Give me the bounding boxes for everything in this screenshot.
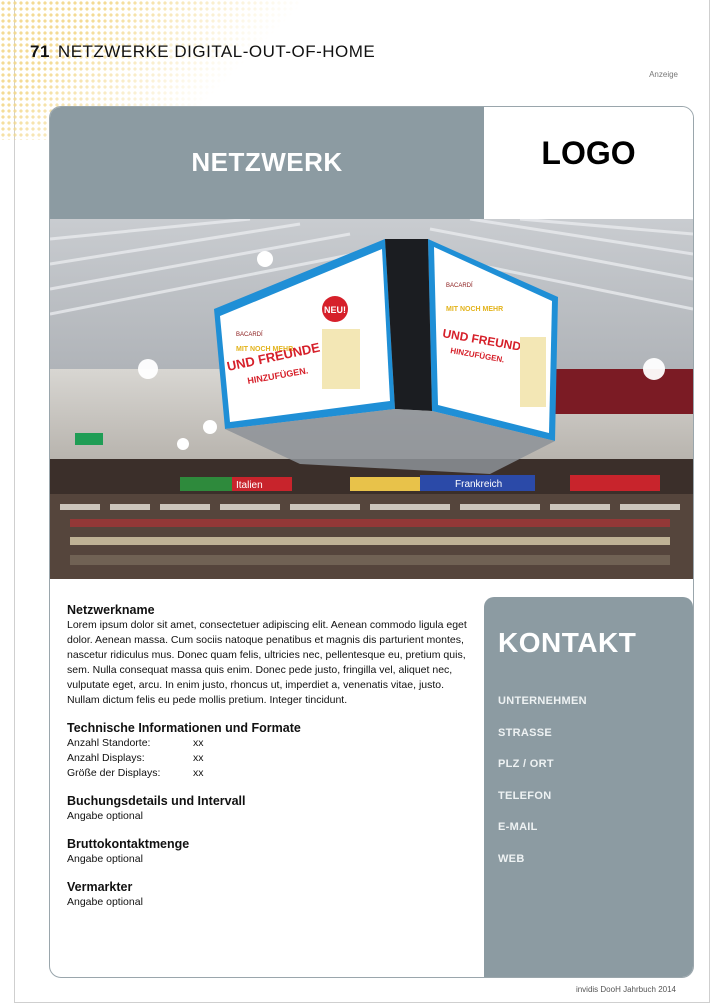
network-banner: NETZWERK bbox=[50, 107, 484, 219]
page-section-title: NETZWERKE DIGITAL-OUT-OF-HOME bbox=[57, 42, 376, 61]
network-details: Netzwerkname Lorem ipsum dolor sit amet,… bbox=[67, 603, 467, 910]
contact-item-company: UNTERNEHMEN bbox=[498, 695, 587, 707]
network-name-heading: Netzwerkname bbox=[67, 603, 155, 617]
booking-text: Angabe optional bbox=[67, 810, 143, 822]
screen-right-line1: MIT NOCH MEHR bbox=[446, 306, 503, 313]
store-photo-illustration: Italien Frankreich NEU! BACARDÍ MIT NOCH… bbox=[50, 219, 693, 579]
spec-label: Anzahl Standorte: bbox=[67, 737, 151, 749]
page-footer: invidis DooH Jahrbuch 2014 bbox=[575, 985, 676, 994]
contact-item-email: E-MAIL bbox=[498, 821, 538, 833]
contact-panel: KONTAKT UNTERNEHMEN STRASSE PLZ / ORT TE… bbox=[484, 597, 693, 977]
store-photo: Italien Frankreich NEU! BACARDÍ MIT NOCH… bbox=[50, 219, 693, 579]
screen-right-brand: BACARDÍ bbox=[446, 282, 473, 289]
spec-label: Anzahl Displays: bbox=[67, 752, 145, 764]
network-title: NETZWERK bbox=[191, 147, 343, 177]
booking-heading: Buchungsdetails und Intervall bbox=[67, 794, 246, 808]
contacts-heading: Bruttokontaktmenge bbox=[67, 837, 190, 851]
screen-left-brand: BACARDÍ bbox=[236, 331, 263, 338]
shelf-sign-frankreich: Frankreich bbox=[455, 479, 502, 490]
spec-row: Anzahl Standorte: xx bbox=[67, 736, 467, 751]
ad-label: Anzeige bbox=[649, 70, 678, 79]
spec-value: xx bbox=[193, 752, 204, 764]
tech-heading: Technische Informationen und Formate bbox=[67, 721, 301, 735]
shelf-sign-italien: Italien bbox=[236, 480, 263, 491]
contact-title: KONTAKT bbox=[498, 627, 637, 658]
network-description: Lorem ipsum dolor sit amet, consectetuer… bbox=[67, 619, 467, 706]
contact-list: UNTERNEHMEN STRASSE PLZ / ORT TELEFON E-… bbox=[498, 695, 587, 884]
contact-item-web: WEB bbox=[498, 852, 525, 865]
spec-row: Größe der Displays: xx bbox=[67, 766, 467, 781]
spec-row: Anzahl Displays: xx bbox=[67, 751, 467, 766]
network-card: NETZWERK LOGO Italien Frankreich NEU! BA… bbox=[49, 106, 694, 978]
spec-label: Größe der Displays: bbox=[67, 767, 161, 779]
contact-item-phone: TELEFON bbox=[498, 789, 552, 802]
page-header: 71 NETZWERKE DIGITAL-OUT-OF-HOME bbox=[30, 42, 375, 62]
tech-section: Technische Informationen und Formate Anz… bbox=[67, 721, 467, 781]
marketer-section: Vermarkter Angabe optional bbox=[67, 880, 467, 910]
spec-value: xx bbox=[193, 737, 204, 749]
marketer-text: Angabe optional bbox=[67, 896, 143, 908]
screen-badge-new: NEU! bbox=[324, 305, 346, 315]
contact-item-street: STRASSE bbox=[498, 726, 553, 739]
spec-value: xx bbox=[193, 767, 204, 779]
logo-box: LOGO bbox=[484, 107, 693, 219]
logo-placeholder: LOGO bbox=[541, 135, 636, 171]
contact-item-zip-city: PLZ / ORT bbox=[498, 758, 554, 770]
contacts-section: Bruttokontaktmenge Angabe optional bbox=[67, 837, 467, 867]
contacts-text: Angabe optional bbox=[67, 853, 143, 865]
marketer-heading: Vermarkter bbox=[67, 880, 133, 894]
page-number: 71 bbox=[30, 42, 50, 61]
booking-section: Buchungsdetails und Intervall Angabe opt… bbox=[67, 794, 467, 824]
